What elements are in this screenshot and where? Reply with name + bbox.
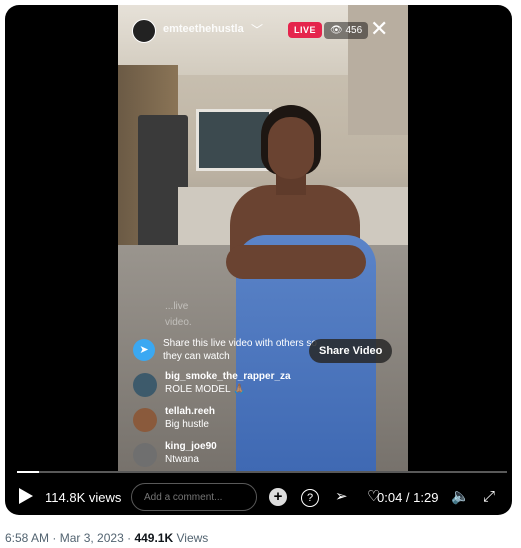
person-arms: [226, 245, 366, 279]
comment-username: big_smoke_the_rapper_za: [165, 371, 291, 382]
post-date[interactable]: Mar 3, 2023: [60, 531, 124, 545]
share-prompt-text: Share this live video with others so the…: [163, 338, 317, 362]
live-top-bar: emteethehustla ﹀ LIVE 👁 456 ✕: [118, 5, 408, 51]
live-comment: tellah.reeh Big hustle: [133, 406, 333, 436]
volume-icon[interactable]: 🔈: [451, 488, 470, 506]
share-video-button[interactable]: Share Video: [309, 339, 393, 363]
plus-icon[interactable]: +: [269, 488, 287, 506]
eye-icon: 👁: [330, 25, 343, 36]
progress-bar[interactable]: [17, 471, 507, 473]
video-frame[interactable]: [118, 5, 408, 471]
streamer-username[interactable]: emteethehustla: [163, 23, 244, 35]
comment-text: Big hustle: [165, 419, 209, 430]
faded-comment-line: ...live: [165, 301, 189, 312]
streamer-avatar[interactable]: [132, 19, 156, 43]
live-comment: king_joe90 Ntwana: [133, 441, 333, 471]
comment-avatar: [133, 408, 157, 432]
post-views-count: 449.1K: [134, 531, 174, 545]
viewer-count-badge: 👁 456: [324, 22, 369, 39]
person-face: [268, 117, 314, 179]
comment-username: tellah.reeh: [165, 406, 216, 417]
video-player[interactable]: emteethehustla ﹀ LIVE 👁 456 ✕ ...live vi…: [5, 5, 512, 515]
comment-text: Ntwana: [165, 454, 199, 465]
player-controls: 114.8K views + ? ➢ ♡ 0:04 / 1:29 🔈 ⤢: [5, 480, 512, 515]
chevron-down-icon[interactable]: ﹀: [251, 21, 263, 38]
view-count: 114.8K views: [45, 490, 122, 505]
live-badge: LIVE: [288, 22, 323, 38]
post-views-label: Views: [176, 531, 209, 545]
expand-icon[interactable]: ⤢: [483, 488, 495, 506]
question-icon[interactable]: ?: [301, 489, 319, 507]
live-comment: big_smoke_the_rapper_za ROLE MODEL 🙏🏽: [133, 371, 333, 401]
post-time[interactable]: 6:58 AM: [5, 531, 49, 545]
progress-fill: [17, 471, 40, 473]
send-icon[interactable]: ➢: [335, 488, 348, 506]
close-icon[interactable]: ✕: [370, 18, 388, 40]
faded-comment-line: video.: [165, 317, 192, 328]
comment-text: ROLE MODEL 🙏🏽: [165, 384, 246, 395]
viewer-count: 456: [345, 25, 363, 36]
comment-avatar: [133, 373, 157, 397]
comment-username: king_joe90: [165, 441, 217, 452]
time-display: 0:04 / 1:29: [377, 490, 439, 505]
post-meta: 6:58 AM · Mar 3, 2023 · 449.1K Views: [5, 531, 209, 545]
comment-input[interactable]: [131, 483, 257, 511]
comment-avatar: [133, 443, 157, 467]
share-icon: ➤: [133, 339, 155, 361]
play-icon[interactable]: [19, 488, 33, 504]
